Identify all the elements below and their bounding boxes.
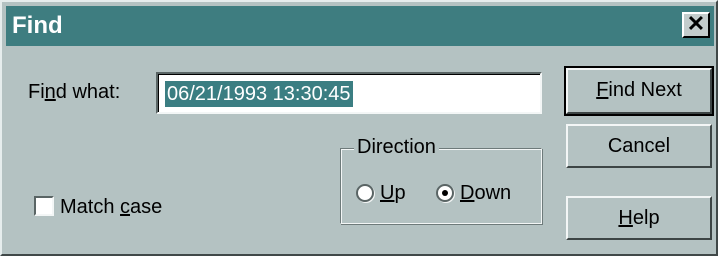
close-button[interactable]: ✕ — [682, 12, 710, 38]
cancel-button[interactable]: Cancel — [566, 124, 712, 168]
close-icon: ✕ — [686, 11, 706, 36]
find-what-input[interactable]: 06/21/1993 13:30:45 — [156, 72, 542, 114]
help-button[interactable]: Help — [566, 196, 712, 240]
match-case-label[interactable]: Match case — [60, 196, 162, 218]
find-what-accel: n — [44, 81, 56, 103]
find-what-value: 06/21/1993 13:30:45 — [165, 81, 353, 107]
find-dialog: Find ✕ Find what: 06/21/1993 13:30:45 Fi… — [0, 0, 718, 256]
direction-down-label[interactable]: Down — [460, 182, 511, 204]
match-case-checkbox[interactable] — [34, 196, 54, 216]
find-next-button[interactable]: Find Next — [564, 66, 714, 116]
direction-legend: Direction — [354, 134, 439, 160]
direction-up-radio[interactable] — [356, 184, 374, 202]
radio-selected-dot — [442, 190, 448, 196]
direction-down-radio[interactable] — [436, 184, 454, 202]
find-what-label: Find what: — [28, 81, 121, 103]
title-bar[interactable]: Find ✕ — [6, 6, 714, 46]
direction-up-label[interactable]: Up — [380, 182, 406, 204]
window-title: Find — [12, 12, 63, 39]
